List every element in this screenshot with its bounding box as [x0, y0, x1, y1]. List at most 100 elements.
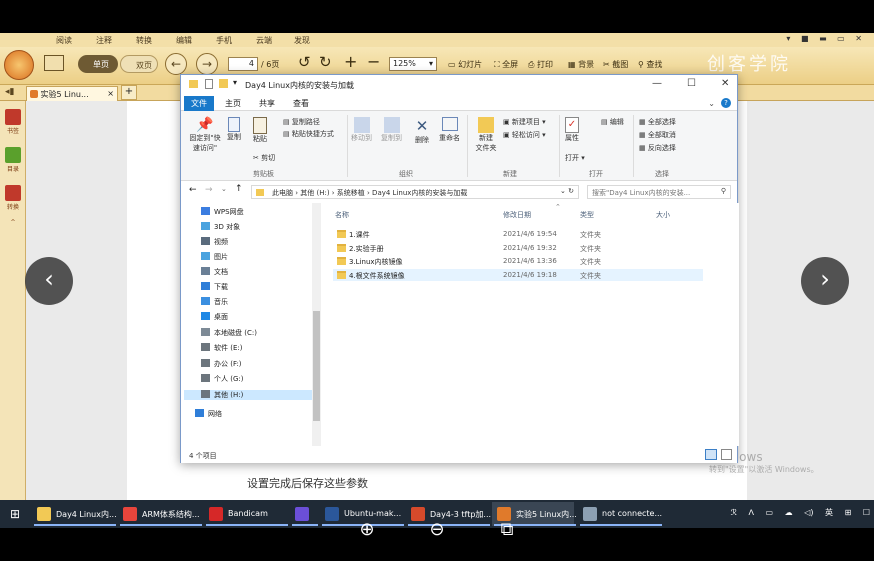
fit-screen-icon[interactable]: ⧉ — [496, 520, 518, 542]
invert-selection-button[interactable]: ▦ 反向选择 — [639, 143, 676, 153]
taskbar-app-button[interactable] — [290, 502, 318, 526]
minimize-icon[interactable]: — — [652, 78, 662, 89]
nav-item[interactable]: 桌面 — [201, 312, 228, 322]
open-button[interactable]: 打开 ▾ — [565, 153, 585, 163]
maximize-icon[interactable]: ☐ — [687, 78, 696, 89]
collapse-icon[interactable]: ^ — [3, 219, 23, 226]
delete-button[interactable]: ✕ 删除 — [415, 117, 429, 145]
file-row[interactable]: 4.根文件系统镜像 2021/4/6 19:18 文件夹 — [333, 268, 703, 281]
nav-item[interactable]: 文档 — [201, 267, 228, 277]
nav-item[interactable]: 视频 — [201, 237, 228, 247]
screenshot-button[interactable]: ✂ 截图 — [603, 59, 628, 70]
input-language-icon[interactable]: 英 — [825, 508, 833, 517]
tab-view[interactable]: 查看 — [287, 97, 315, 110]
expand-ribbon-icon[interactable]: ⌄ — [708, 99, 715, 108]
recent-locations-icon[interactable]: ⌄ — [221, 185, 227, 193]
help-icon[interactable]: ? — [721, 98, 731, 108]
back-icon[interactable]: ← — [189, 185, 197, 195]
taskbar-app-button[interactable]: ARM体系结构... — [118, 502, 202, 526]
nav-scroll-thumb[interactable] — [313, 311, 320, 421]
fullscreen-button[interactable]: ⛶ 全屏 — [494, 59, 518, 70]
address-input[interactable]: 此电脑 › 其他 (H:) › 系统移植 › Day4 Linux内核的安装与加… — [251, 185, 579, 199]
file-row[interactable]: 3.Linux内核镜像 2021/4/6 13:36 文件夹 — [333, 255, 703, 267]
forward-icon[interactable]: → — [205, 185, 213, 195]
notifications-icon[interactable]: ☐ — [863, 508, 870, 517]
menu-item[interactable]: 发现 — [294, 35, 310, 46]
nav-item[interactable]: 下载 — [201, 282, 228, 292]
edit-button[interactable]: ▤ 编辑 — [601, 117, 624, 127]
paste-shortcut-button[interactable]: ▤ 粘贴快捷方式 — [283, 129, 334, 139]
battery-icon[interactable]: ▭ — [766, 508, 774, 517]
menu-item[interactable]: 编辑 — [176, 35, 192, 46]
bookmark-button[interactable]: 书签 — [3, 109, 23, 135]
cut-button[interactable]: ✂ 剪切 — [253, 153, 275, 163]
address-dropdown-icon[interactable]: ⌄ ↻ — [560, 187, 574, 195]
large-icons-view-icon[interactable] — [721, 449, 732, 460]
page-number-input[interactable]: 4 — [228, 57, 258, 71]
new-item-button[interactable]: ▣ 新建项目 ▾ — [503, 117, 546, 127]
search-input[interactable]: 搜索"Day4 Linux内核的安装... ⚲ — [587, 185, 731, 199]
column-header-size[interactable]: 大小 — [656, 210, 670, 220]
nav-item[interactable]: 音乐 — [201, 297, 228, 307]
network-icon[interactable]: ☁ — [785, 508, 793, 517]
open-folder-icon[interactable] — [44, 55, 64, 71]
file-row[interactable]: 1.课件 2021/4/6 19:54 文件夹 — [333, 228, 703, 240]
close-tab-icon[interactable]: × — [107, 89, 114, 98]
move-to-button[interactable]: 移动到 — [351, 117, 372, 143]
print-button[interactable]: ⎙ 打印 — [528, 59, 553, 70]
paste-button[interactable]: 粘贴 — [253, 117, 267, 144]
next-page-icon[interactable]: → — [196, 53, 218, 75]
new-tab-button[interactable]: + — [121, 85, 137, 100]
nav-item[interactable]: 图片 — [201, 252, 228, 262]
toc-button[interactable]: 目录 — [3, 147, 23, 173]
tab-file[interactable]: 文件 — [184, 96, 214, 111]
taskbar-app-button[interactable]: not connecte... — [578, 502, 662, 526]
convert-button[interactable]: 转换 — [3, 185, 23, 211]
close-icon[interactable]: ✕ — [721, 78, 729, 89]
volume-icon[interactable]: ◁) — [804, 508, 813, 517]
slideshow-button[interactable]: ▭ 幻灯片 — [448, 59, 482, 70]
nav-item[interactable]: 本地磁盘 (C:) — [201, 328, 257, 338]
double-page-button[interactable]: 双页 — [120, 55, 158, 73]
column-header-name[interactable]: 名称 — [335, 210, 349, 220]
menu-item[interactable]: 阅读 — [56, 35, 72, 46]
ime-icon[interactable]: ⊞ — [845, 508, 852, 517]
rotate-right-icon[interactable]: ↻ — [319, 53, 332, 71]
up-icon[interactable]: ↑ — [235, 184, 243, 194]
nav-item[interactable]: WPS网盘 — [201, 207, 244, 217]
copy-to-button[interactable]: 复制到 — [381, 117, 402, 143]
start-icon[interactable]: ⊞ — [10, 507, 20, 521]
previous-slide-button[interactable]: ‹ — [25, 257, 73, 305]
copy-button[interactable]: 复制 — [227, 117, 241, 142]
zoom-out-icon[interactable]: ⊖ — [426, 520, 448, 542]
document-tab[interactable]: 实验5 Linu... × — [26, 86, 118, 101]
menu-item[interactable]: 注释 — [96, 35, 112, 46]
rename-button[interactable]: 重命名 — [439, 117, 460, 143]
column-header-date[interactable]: 修改日期 — [503, 210, 531, 220]
nav-item[interactable]: 其他 (H:) — [184, 390, 312, 400]
nav-item[interactable]: 软件 (E:) — [201, 343, 242, 353]
menu-item[interactable]: 转换 — [136, 35, 152, 46]
properties-button[interactable]: ✓ 属性 — [565, 117, 579, 143]
menu-item[interactable]: 云端 — [256, 35, 272, 46]
menu-item[interactable]: 手机 — [216, 35, 232, 46]
tab-share[interactable]: 共享 — [253, 97, 281, 110]
zoom-in-icon[interactable]: + — [344, 52, 357, 71]
tab-home[interactable]: 主页 — [219, 97, 247, 110]
nav-item[interactable]: 办公 (F:) — [201, 359, 242, 369]
properties-quick-icon[interactable] — [205, 79, 213, 89]
nav-item[interactable]: 个人 (G:) — [201, 374, 243, 384]
details-view-icon[interactable] — [705, 449, 717, 460]
pin-quick-access-button[interactable]: 📌 固定到"快速访问" — [187, 117, 223, 153]
easy-access-button[interactable]: ▣ 轻松访问 ▾ — [503, 130, 546, 140]
zoom-in-icon[interactable]: ⊕ — [356, 520, 378, 542]
show-hidden-icons-icon[interactable]: ᐱ — [749, 508, 754, 517]
taskbar-app-button[interactable]: Bandicam — [204, 502, 288, 526]
copy-path-button[interactable]: ▤ 复制路径 — [283, 117, 320, 127]
reader-window-controls[interactable]: ▾ ■ ▬ ▭ ✕ — [786, 34, 866, 43]
new-folder-quick-icon[interactable] — [219, 79, 228, 88]
sidebar-toggle-icon[interactable]: ◂▮ — [5, 87, 14, 97]
people-icon[interactable]: ℛ — [731, 508, 737, 517]
nav-scrollbar[interactable] — [312, 203, 321, 446]
rotate-left-icon[interactable]: ↺ — [298, 53, 311, 71]
